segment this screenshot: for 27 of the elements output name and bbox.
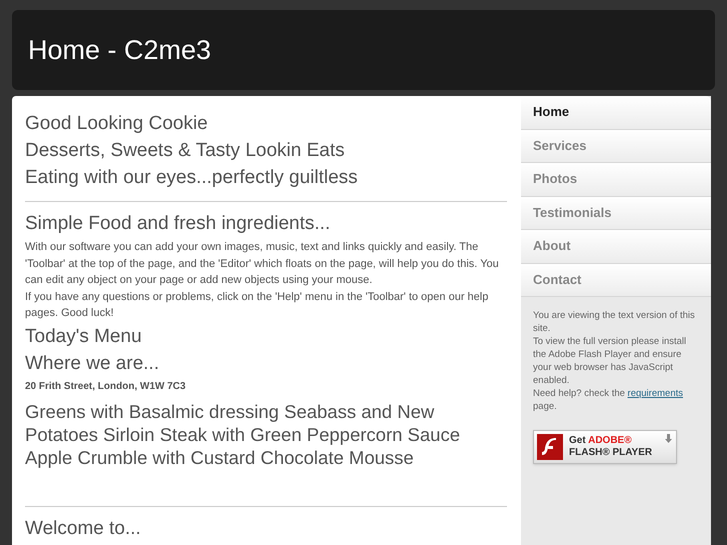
site-title: Home - C2me3	[28, 34, 212, 67]
nav-item[interactable]: Home	[521, 96, 711, 130]
section-heading: Welcome to...	[25, 516, 142, 540]
intro-heading: Good Looking Cookie	[25, 112, 209, 136]
get-flash-player-button[interactable]: Get ADOBE® FLASH® PLAYER	[533, 430, 677, 464]
address-text: 20 Frith Street, London, W1W 7C3	[25, 380, 187, 394]
intro-heading: Eating with our eyes...perfectly guiltless	[25, 166, 359, 190]
nav-item[interactable]: About	[521, 230, 711, 264]
badge-text: FLASH® PLAYER	[569, 447, 652, 459]
section-heading: Where we are...	[25, 352, 160, 376]
nav-item[interactable]: Testimonials	[521, 196, 711, 230]
section-heading: Today's Menu	[25, 324, 143, 348]
requirements-link[interactable]: requirements	[628, 388, 683, 399]
body-paragraph: With our software you can add your own images, music, text and links quickly and easily. The 'Toolbar' at the top of the page, and the 'Editor' which floats on the page, will help you do this. You can edit any object on your page or add new objects using your mouse.	[25, 240, 500, 288]
nav-item[interactable]: Contact	[521, 264, 711, 297]
body-paragraph: If you have any questions or problems, click on the 'Help' menu in the 'Toolbar' to open our help pages. Good luck!	[25, 290, 490, 321]
notice-text: You are viewing the text version of this site.	[533, 309, 696, 335]
notice-text: To view the full version please install the Adobe Flash Player and ensure your web browser has JavaScript enabled.	[533, 335, 688, 387]
intro-heading: Desserts, Sweets & Tasty Lookin Eats	[25, 139, 346, 163]
nav-item[interactable]: Services	[521, 130, 711, 163]
nav-item[interactable]: Photos	[521, 163, 711, 196]
menu-text: Greens with Basalmic dressing Seabass and New Potatoes Sirloin Steak with Green Peppercorn Sauce Apple Crumble with Custard Chocolate Mousse	[25, 400, 461, 468]
flash-logo-icon	[537, 434, 563, 460]
help-text: Need help? check the requirements page.	[533, 387, 684, 413]
section-heading: Simple Food and fresh ingredients...	[25, 212, 332, 236]
download-arrow-icon	[665, 434, 672, 443]
badge-text: Get ADOBE®	[569, 435, 633, 447]
